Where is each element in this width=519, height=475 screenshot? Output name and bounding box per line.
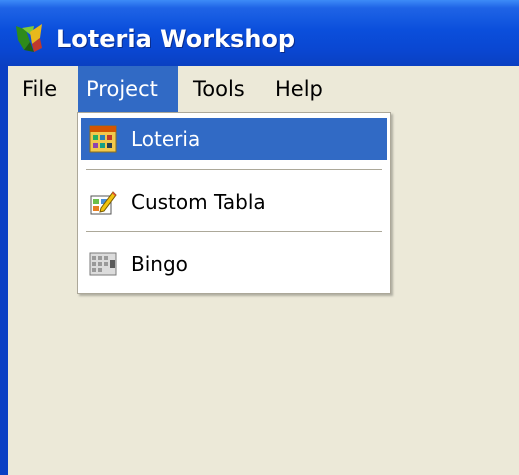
pencil-edit-icon bbox=[90, 191, 117, 215]
menu-project[interactable]: Project bbox=[78, 66, 178, 112]
menu-bar: File Project Tools Help bbox=[8, 66, 519, 112]
client-area: File Project Tools Help Loteria Custom T… bbox=[8, 66, 519, 475]
rooster-icon bbox=[16, 24, 42, 52]
menu-item-label: Bingo bbox=[131, 252, 188, 276]
bingo-card-icon bbox=[89, 252, 117, 276]
menu-item-bingo[interactable]: Bingo bbox=[81, 243, 387, 285]
loteria-grid-icon bbox=[89, 125, 117, 153]
menu-separator bbox=[86, 231, 382, 233]
project-dropdown-menu: Loteria Custom Tabla Bingo bbox=[77, 112, 391, 294]
menu-item-label: Loteria bbox=[131, 127, 201, 151]
menu-item-loteria[interactable]: Loteria bbox=[81, 118, 387, 160]
menu-item-custom-tabla[interactable]: Custom Tabla bbox=[81, 181, 387, 223]
menu-separator bbox=[86, 169, 382, 171]
window-title: Loteria Workshop bbox=[56, 25, 296, 53]
menu-item-label: Custom Tabla bbox=[131, 190, 266, 214]
menu-tools[interactable]: Tools bbox=[185, 66, 253, 112]
title-bar[interactable]: Loteria Workshop bbox=[0, 0, 519, 66]
app-window: Loteria Workshop File Project Tools Help bbox=[0, 0, 519, 475]
menu-file[interactable]: File bbox=[14, 66, 65, 112]
menu-help[interactable]: Help bbox=[267, 66, 331, 112]
